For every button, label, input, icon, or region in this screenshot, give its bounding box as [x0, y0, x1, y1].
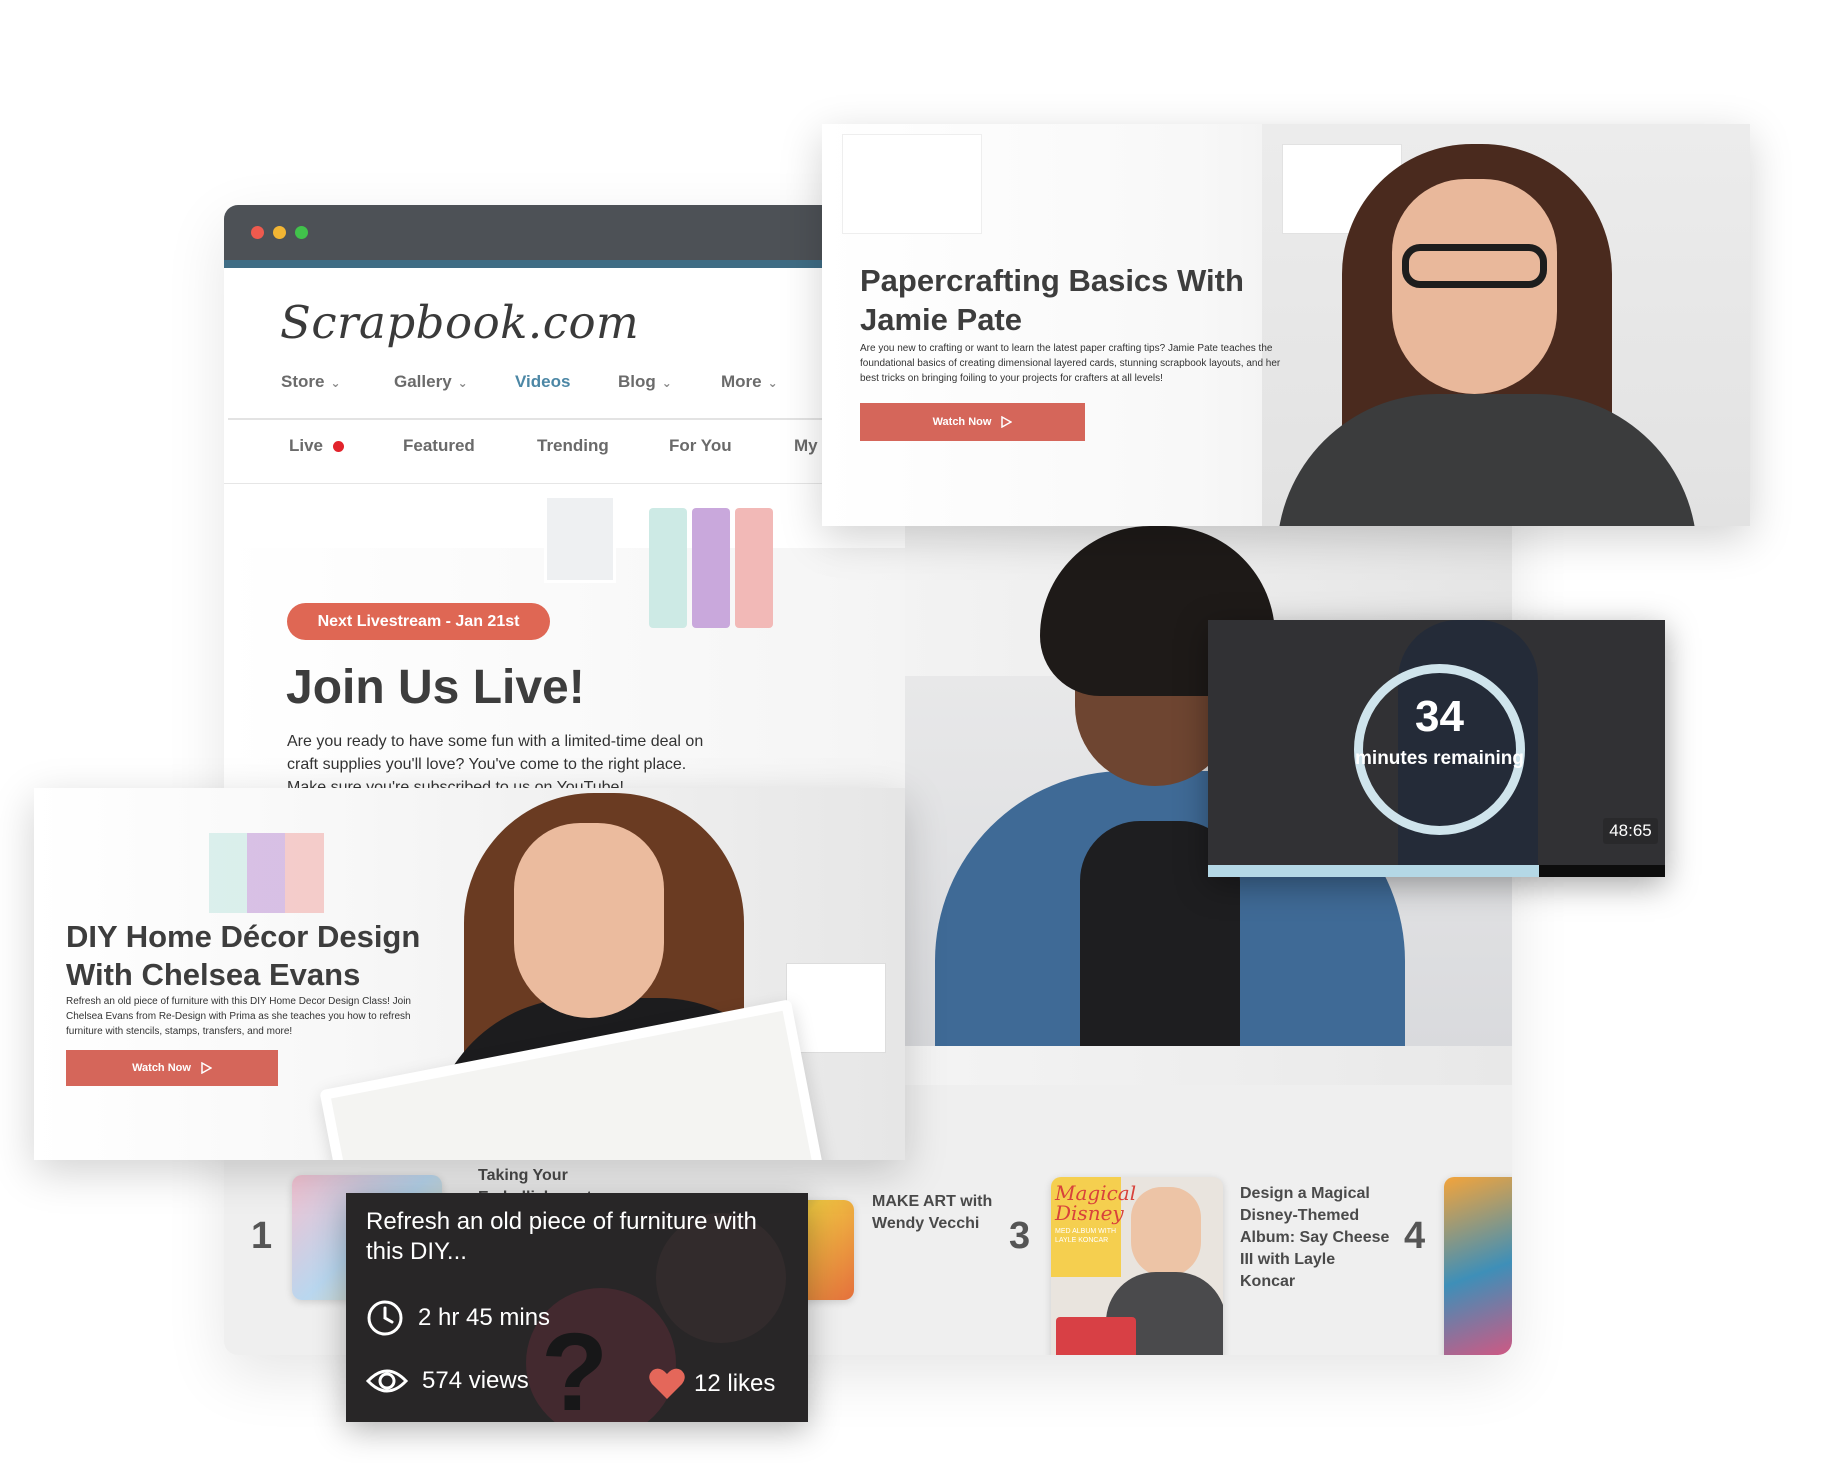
live-countdown-player[interactable]: 34 minutes remaining 48:65 — [1208, 620, 1665, 877]
duration-text: 2 hr 45 mins — [418, 1304, 551, 1331]
nav-videos[interactable]: Videos — [515, 372, 570, 392]
play-icon — [1001, 416, 1013, 428]
minimize-window-dot[interactable] — [273, 226, 286, 239]
chevron-down-icon: ⌄ — [457, 376, 468, 390]
framed-art-image — [544, 495, 616, 583]
pink-binder-image — [735, 508, 773, 628]
subnav-my-label: My — [794, 436, 818, 455]
rank-number: 1 — [251, 1215, 273, 1257]
nav-store[interactable]: Store ⌄ — [281, 372, 341, 392]
likes-text: 12 likes — [694, 1370, 776, 1397]
duration-row: 2 hr 45 mins — [366, 1299, 550, 1337]
subnav-for-you[interactable]: For You — [669, 436, 732, 456]
rank-title[interactable]: Design a Magical Disney-Themed Album: Sa… — [1240, 1183, 1390, 1293]
presenter-face-image — [1131, 1187, 1201, 1277]
thumb-title: Magical Disney — [1055, 1181, 1137, 1225]
thumb-subtitle: MED ALBUM WITH LAYLE KONCAR — [1055, 1228, 1117, 1244]
chevron-down-icon: ⌄ — [330, 376, 341, 390]
close-window-dot[interactable] — [251, 226, 264, 239]
nav-videos-label: Videos — [515, 372, 571, 391]
progress-fill — [1208, 865, 1540, 877]
presenter-face-image — [514, 823, 664, 1018]
storage-box-image — [786, 963, 886, 1053]
video-info-popup[interactable]: ? Refresh an old piece of furniture with… — [346, 1193, 808, 1422]
nav-store-label: Store — [281, 372, 325, 391]
next-livestream-badge: Next Livestream - Jan 21st — [287, 603, 550, 640]
rank-number: 4 — [1404, 1215, 1426, 1257]
nav-blog-label: Blog — [618, 372, 656, 391]
countdown-label: minutes remaining — [1355, 748, 1524, 769]
chevron-down-icon: ⌄ — [661, 376, 672, 390]
subnav-featured[interactable]: Featured — [403, 436, 475, 456]
nav-blog[interactable]: Blog ⌄ — [618, 372, 672, 392]
disney-album-cover: Magical Disney MED ALBUM WITH LAYLE KONC… — [1051, 1177, 1136, 1277]
subnav-trending[interactable]: Trending — [537, 436, 609, 456]
diy-course-card: DIY Home Décor Design With Chelsea Evans… — [34, 788, 905, 1160]
subnav-live[interactable]: Live — [289, 436, 345, 456]
countdown-number: 34 — [1415, 692, 1464, 741]
watch-now-button[interactable]: Watch Now — [66, 1050, 278, 1086]
binders-image — [209, 833, 324, 913]
chevron-down-icon: ⌄ — [767, 376, 778, 390]
course-description: Refresh an old piece of furniture with t… — [66, 996, 411, 1037]
watch-now-button[interactable]: Watch Now — [860, 403, 1085, 441]
video-title: Refresh an old piece of furniture with t… — [366, 1208, 757, 1265]
glasses-image — [1402, 244, 1547, 288]
nav-more[interactable]: More ⌄ — [721, 372, 778, 392]
views-row: 574 views — [366, 1364, 529, 1398]
heart-icon — [649, 1368, 685, 1399]
rank-number: 3 — [1009, 1215, 1031, 1257]
papercrafting-course-card: Papercrafting Basics With Jamie Pate Are… — [822, 124, 1750, 526]
hero-title: Join Us Live! — [286, 661, 585, 714]
rank-thumbnail[interactable] — [1444, 1177, 1512, 1355]
views-text: 574 views — [422, 1367, 529, 1394]
nav-more-label: More — [721, 372, 762, 391]
course-description: Are you new to crafting or want to learn… — [860, 343, 1281, 384]
course-title: Papercrafting Basics With Jamie Pate — [860, 263, 1244, 337]
nav-gallery[interactable]: Gallery ⌄ — [394, 372, 468, 392]
framed-art-image — [842, 134, 982, 234]
maximize-window-dot[interactable] — [295, 226, 308, 239]
clock-icon — [367, 1300, 403, 1336]
mint-binder-image — [649, 508, 687, 628]
course-title: DIY Home Décor Design With Chelsea Evans — [66, 919, 421, 992]
video-timestamp: 48:65 — [1603, 818, 1658, 844]
site-logo[interactable]: Scrapbook.com — [280, 296, 639, 349]
play-icon — [201, 1062, 212, 1074]
subnav-live-label: Live — [289, 436, 324, 455]
subnav-featured-label: Featured — [403, 436, 475, 455]
hero-description: Are you ready to have some fun with a li… — [287, 733, 704, 790]
subnav-for-you-label: For You — [669, 436, 732, 455]
nav-gallery-label: Gallery — [394, 372, 452, 391]
watch-now-label: Watch Now — [932, 416, 992, 428]
watch-now-label: Watch Now — [132, 1062, 191, 1074]
lavender-binder-image — [692, 508, 730, 628]
likes-row[interactable]: 12 likes — [648, 1367, 775, 1401]
rank-title[interactable]: MAKE ART with Wendy Vecchi — [872, 1191, 1012, 1235]
subnav-my[interactable]: My — [794, 436, 818, 456]
rank-thumbnail[interactable]: Magical Disney MED ALBUM WITH LAYLE KONC… — [1051, 1177, 1223, 1355]
album-image — [1056, 1317, 1136, 1355]
eye-icon — [366, 1369, 408, 1393]
subnav-trending-label: Trending — [537, 436, 609, 455]
live-indicator-dot — [333, 440, 345, 452]
